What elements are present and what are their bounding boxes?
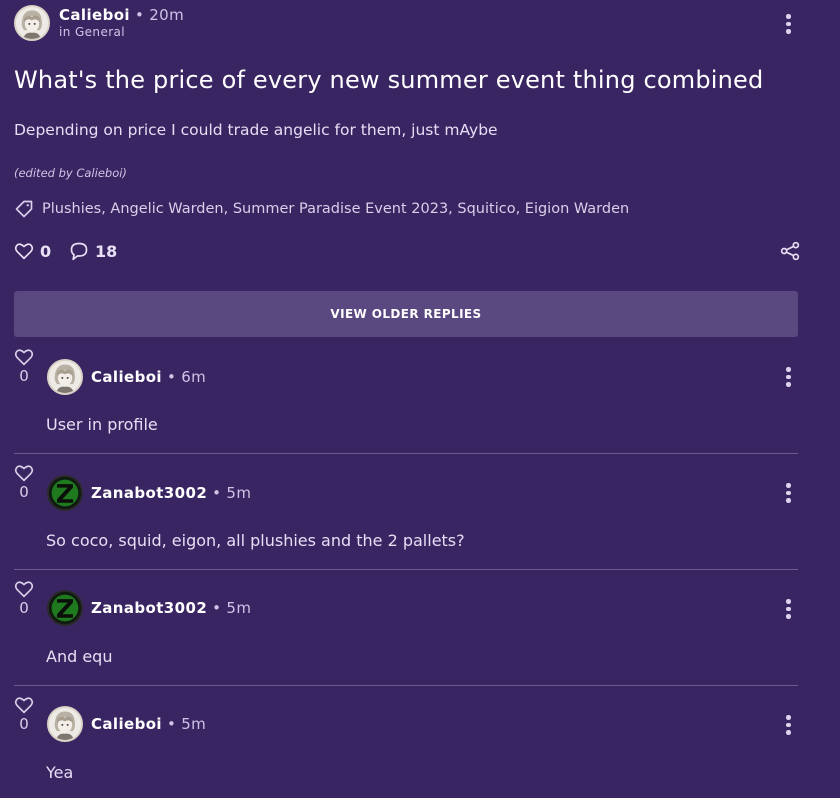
post-author-line: Calieboi • 20m (59, 6, 184, 24)
reply-author[interactable]: Calieboi (91, 368, 162, 386)
avatar[interactable] (14, 5, 50, 41)
calieboi-avatar-image (16, 7, 48, 39)
reply-like-count: 0 (19, 599, 29, 617)
reply-more-icon[interactable] (781, 365, 795, 389)
reply-like-button[interactable]: 0 (13, 580, 35, 617)
comments-button[interactable]: 18 (69, 238, 117, 264)
zanabot-avatar-image (49, 592, 81, 624)
reply-like-count: 0 (19, 715, 29, 733)
reply-item: 0 Zanabot3002 • 5m And equ (0, 570, 840, 686)
reply-like-count: 0 (19, 483, 29, 501)
reply-item: 0 Calieboi • 5m Yea (0, 686, 840, 798)
reply-author-line: Calieboi • 6m (91, 368, 206, 386)
reply-item: 0 Calieboi • 6m User in profile (0, 338, 840, 454)
heart-icon (14, 349, 34, 366)
separator-dot: • (212, 599, 222, 617)
reply-like-count: 0 (19, 367, 29, 385)
post-time: 20m (149, 6, 185, 24)
reply-like-button[interactable]: 0 (13, 696, 35, 733)
reply-more-icon[interactable] (781, 481, 795, 505)
post-body: Depending on price I could trade angelic… (14, 121, 498, 139)
post-more-icon[interactable] (781, 12, 795, 36)
reply-time: 5m (181, 715, 207, 733)
separator-dot: • (166, 368, 177, 386)
reply-author[interactable]: Zanabot3002 (91, 599, 207, 617)
share-icon (780, 241, 800, 261)
post-category[interactable]: in General (59, 25, 125, 39)
reply-more-icon[interactable] (781, 597, 795, 621)
reply-author-line: Calieboi • 5m (91, 715, 206, 733)
avatar[interactable] (47, 359, 83, 395)
tags-row: Plushies, Angelic Warden, Summer Paradis… (14, 197, 629, 221)
heart-icon (14, 243, 34, 260)
edited-note: (edited by Calieboi) (14, 166, 127, 180)
view-older-replies-button[interactable]: VIEW OLDER REPLIES (14, 291, 798, 337)
reply-text: And equ (46, 647, 113, 666)
reply-time: 5m (226, 599, 252, 617)
post-author[interactable]: Calieboi (59, 6, 130, 24)
zanabot-avatar-image (49, 477, 81, 509)
heart-icon (14, 465, 34, 482)
reply-text: So coco, squid, eigon, all plushies and … (46, 531, 465, 550)
calieboi-avatar-image (49, 361, 81, 393)
calieboi-avatar-image (49, 708, 81, 740)
reply-time: 6m (181, 368, 207, 386)
comment-count: 18 (95, 241, 118, 261)
avatar[interactable] (47, 706, 83, 742)
reply-like-button[interactable]: 0 (13, 348, 35, 385)
tag-icon (15, 200, 33, 218)
post-title: What's the price of every new summer eve… (14, 66, 764, 94)
tags-list[interactable]: Plushies, Angelic Warden, Summer Paradis… (42, 201, 629, 217)
like-count: 0 (40, 241, 52, 261)
reply-like-button[interactable]: 0 (13, 464, 35, 501)
post-stats: 0 18 (14, 238, 800, 264)
heart-icon (14, 581, 34, 598)
reply-text: User in profile (46, 415, 158, 434)
reply-more-icon[interactable] (781, 713, 795, 737)
avatar[interactable] (47, 590, 83, 626)
reply-item: 0 Zanabot3002 • 5m So coco, squid, eigon, … (0, 454, 840, 570)
avatar[interactable] (47, 475, 83, 511)
reply-author[interactable]: Calieboi (91, 715, 162, 733)
post-header: Calieboi • 20m in General (14, 5, 798, 43)
reply-author-line: Zanabot3002 • 5m (91, 484, 251, 502)
reply-author-line: Zanabot3002 • 5m (91, 599, 251, 617)
like-button[interactable]: 0 (14, 238, 51, 264)
forum-post-page: Calieboi • 20m in General What's the price… (0, 0, 840, 798)
reply-time: 5m (226, 484, 252, 502)
separator-dot: • (166, 715, 177, 733)
comment-icon (70, 242, 88, 261)
reply-author[interactable]: Zanabot3002 (91, 484, 207, 502)
share-button[interactable] (780, 241, 800, 265)
separator-dot: • (212, 484, 222, 502)
heart-icon (14, 697, 34, 714)
separator-dot: • (134, 6, 145, 24)
reply-text: Yea (46, 763, 74, 782)
